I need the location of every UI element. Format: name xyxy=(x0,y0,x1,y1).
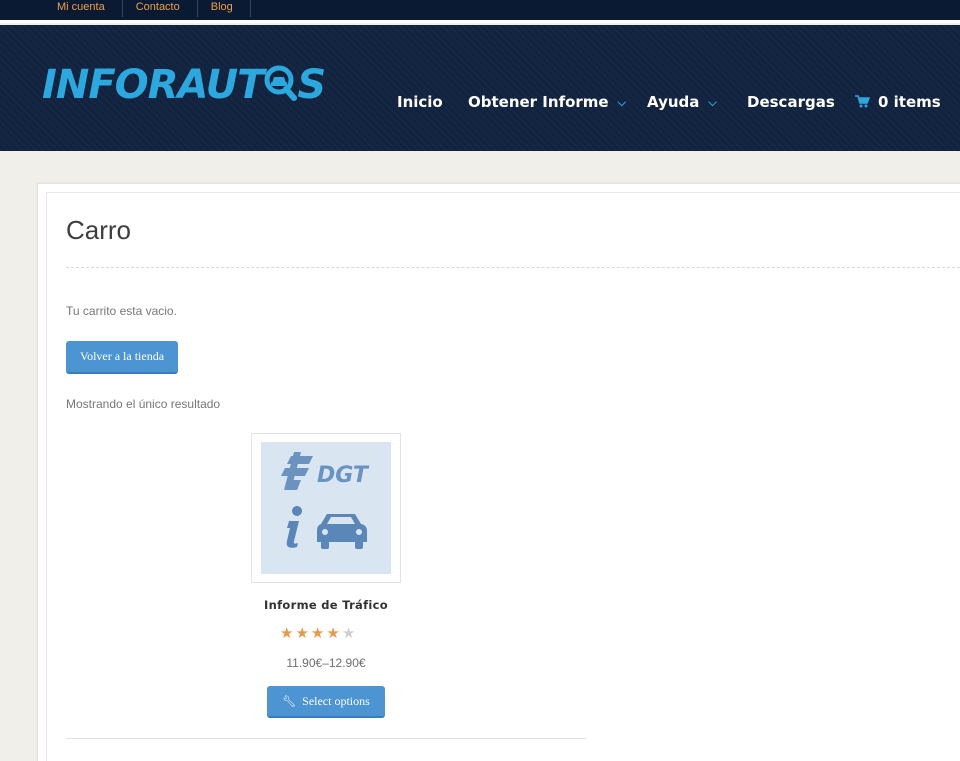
result-count: Mostrando el único resultado xyxy=(66,397,221,411)
contact-link[interactable]: Contacto xyxy=(123,0,198,17)
chevron-down-icon: ⌵ xyxy=(708,96,717,109)
nav-item-obtener-informe[interactable]: Obtener Informe ⌵ xyxy=(468,92,626,113)
blog-link[interactable]: Blog xyxy=(198,0,251,17)
cart-link[interactable]: 0 items xyxy=(855,92,941,112)
star-icon: ★ xyxy=(295,625,311,642)
select-options-label: Select options xyxy=(302,694,370,708)
select-options-button[interactable]: 🔧︎ Select options xyxy=(267,686,385,718)
nav-item-label: Descargas xyxy=(747,93,835,111)
magnifier-car-icon xyxy=(264,65,298,101)
page-title: Carro xyxy=(66,215,132,245)
star-icon: ★ xyxy=(326,625,342,642)
cart-icon xyxy=(855,95,870,108)
nav-item-label: Inicio xyxy=(397,93,443,111)
dgt-logo-text: DGT xyxy=(317,463,370,488)
nav-item-label: Obtener Informe xyxy=(468,93,609,111)
site-logo[interactable]: INFORAUT S xyxy=(42,63,334,123)
top-links: Mi cuenta Contacto Blog xyxy=(44,0,251,17)
logo-text-part1: INFORAUT xyxy=(42,62,264,108)
nav-item-inicio[interactable]: Inicio xyxy=(397,92,443,112)
product-image: DGT xyxy=(261,442,391,574)
product-price: 11.90€–12.90€ xyxy=(286,656,366,670)
star-icon: ★ xyxy=(310,625,327,642)
empty-cart-message: Tu carrito esta vacio. xyxy=(66,304,177,318)
star-icon: ★ xyxy=(280,625,296,642)
cart-count-label: 0 items xyxy=(878,93,941,111)
star-empty-icon: ★ xyxy=(341,625,358,642)
wrench-icon: 🔧︎ xyxy=(282,696,297,708)
logo-text-part2: S xyxy=(297,62,326,108)
title-divider xyxy=(66,267,960,268)
product-image-frame[interactable]: DGT xyxy=(251,433,401,583)
nav-item-label: Ayuda xyxy=(647,93,700,111)
content-panel xyxy=(37,183,960,761)
nav-item-ayuda[interactable]: Ayuda ⌵ xyxy=(647,92,717,113)
product-list-divider xyxy=(66,738,586,739)
site-header: INFORAUT S Inicio Obtener Informe ⌵ Ayuda… xyxy=(0,25,960,151)
my-account-link[interactable]: Mi cuenta xyxy=(44,0,123,17)
dgt-logo-icon: DGT xyxy=(281,452,370,549)
content-panel-inner xyxy=(46,192,960,761)
nav-item-descargas[interactable]: Descargas xyxy=(747,92,835,112)
back-to-shop-button[interactable]: Volver a la tienda xyxy=(66,341,178,374)
product-title[interactable]: Informe de Tráfico xyxy=(225,597,427,613)
logo-text: INFORAUT S xyxy=(42,62,326,108)
chevron-down-icon: ⌵ xyxy=(617,96,626,109)
top-bar: Mi cuenta Contacto Blog xyxy=(0,0,960,23)
star-rating: ★★★★★ xyxy=(280,626,357,642)
